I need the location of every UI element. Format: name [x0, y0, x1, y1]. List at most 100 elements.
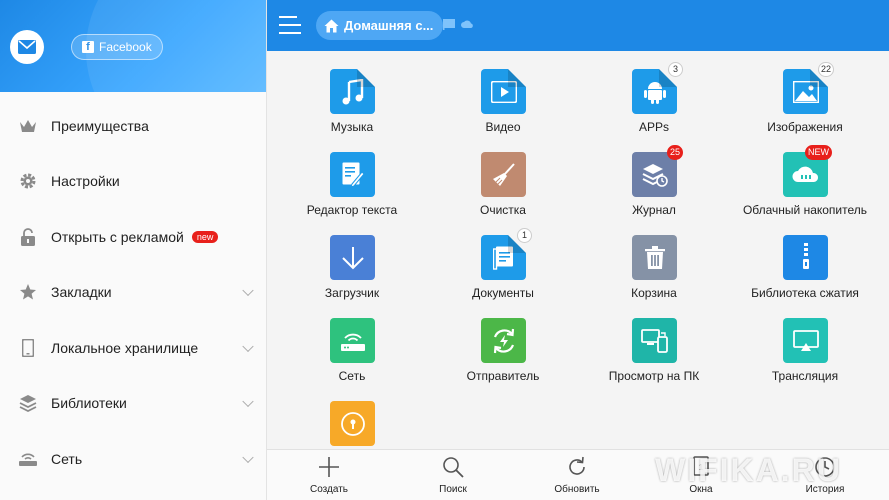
- search-icon: [443, 457, 464, 478]
- tile-apps[interactable]: 3 APPs: [579, 51, 729, 134]
- phone-icon: [18, 338, 38, 358]
- menu-item-bookmarks[interactable]: Закладки: [0, 265, 266, 321]
- tile-images[interactable]: 22 Изображения: [730, 51, 880, 134]
- tile-text-editor[interactable]: Редактор текста: [277, 134, 427, 217]
- document-icon: 1: [481, 228, 532, 280]
- trash-icon: [632, 235, 677, 280]
- menu-item-label: Сеть: [51, 450, 83, 467]
- tile-zip-library[interactable]: Библиотека сжатия: [730, 217, 880, 300]
- drawer-menu: Преимущества Настройки Открыть с рекламо…: [0, 98, 266, 487]
- count-badge: 22: [817, 62, 834, 77]
- tile-label: Загрузчик: [324, 286, 380, 300]
- cloud-icon[interactable]: [461, 19, 473, 29]
- drawer-header: f Facebook: [0, 0, 266, 92]
- layers-icon: [18, 393, 38, 413]
- menu-item-label: Открыть с рекламой: [51, 228, 184, 245]
- menu-item-libraries[interactable]: Библиотеки: [0, 376, 266, 432]
- chevron-down-icon[interactable]: [242, 340, 254, 352]
- refresh-label: Обновить: [554, 484, 600, 495]
- tile-label: Трансляция: [771, 369, 839, 383]
- tile-label: Журнал: [632, 203, 676, 217]
- menu-item-label: Закладки: [51, 284, 112, 301]
- cloud-icon: NEW: [783, 145, 832, 197]
- menu-item-premium[interactable]: Преимущества: [0, 98, 266, 154]
- router-icon: [18, 449, 38, 469]
- tile-cloud-storage[interactable]: NEW Облачный накопитель: [730, 134, 880, 217]
- menu-icon[interactable]: [279, 14, 301, 36]
- create-button[interactable]: Создать: [289, 450, 369, 500]
- create-label: Создать: [309, 484, 348, 495]
- new-badge: NEW: [805, 145, 832, 160]
- tile-sender[interactable]: Отправитель: [428, 300, 578, 383]
- refresh-button[interactable]: Обновить: [537, 450, 617, 500]
- mail-icon: [18, 40, 36, 54]
- refresh-icon: [569, 456, 585, 475]
- tile-label: Отправитель: [466, 369, 540, 383]
- tile-downloader[interactable]: Загрузчик: [277, 217, 427, 300]
- chevron-down-icon[interactable]: [242, 284, 254, 297]
- windows-label: Окна: [689, 484, 713, 495]
- count-badge: 25: [666, 145, 683, 160]
- broom-icon: [481, 152, 526, 197]
- safe-icon: [330, 401, 375, 446]
- svg-text:1: 1: [699, 463, 704, 472]
- tile-cleanup[interactable]: Очистка: [428, 134, 578, 217]
- search-button[interactable]: Поиск: [413, 450, 493, 500]
- tile-view-on-pc[interactable]: Просмотр на ПК: [579, 300, 729, 383]
- count-badge: 1: [517, 228, 532, 243]
- android-icon: 3: [632, 62, 683, 114]
- windows-icon: 1: [693, 456, 709, 476]
- tile-music[interactable]: Музыка: [277, 51, 427, 134]
- history-button[interactable]: История: [785, 450, 865, 500]
- image-icon: 22: [783, 62, 834, 114]
- cast-icon: [783, 318, 828, 363]
- breadcrumb-home[interactable]: Домашняя с...: [316, 11, 444, 40]
- menu-item-network[interactable]: Сеть: [0, 431, 266, 487]
- unlock-icon: [18, 227, 38, 247]
- facebook-label: Facebook: [99, 40, 152, 54]
- mail-button[interactable]: [10, 30, 44, 64]
- menu-item-settings[interactable]: Настройки: [0, 154, 266, 210]
- menu-item-local-storage[interactable]: Локальное хранилище: [0, 320, 266, 376]
- tile-label: Облачный накопитель: [742, 203, 868, 217]
- tile-label: Сеть: [338, 369, 366, 383]
- plus-icon: [319, 457, 339, 477]
- tile-label: Редактор текста: [306, 203, 398, 217]
- tile-label: Просмотр на ПК: [608, 369, 700, 383]
- network-icon: [330, 318, 375, 363]
- journal-icon: 25: [632, 145, 683, 197]
- zip-icon: [783, 235, 828, 280]
- tile-trash[interactable]: Корзина: [579, 217, 729, 300]
- windows-button[interactable]: 1 Окна: [661, 450, 741, 500]
- tile-documents[interactable]: 1 Документы: [428, 217, 578, 300]
- history-label: История: [805, 484, 845, 495]
- history-icon: [815, 457, 835, 477]
- menu-item-label: Настройки: [51, 173, 120, 190]
- chevron-down-icon[interactable]: [242, 451, 254, 463]
- facebook-button[interactable]: f Facebook: [71, 34, 163, 60]
- download-icon: [330, 235, 375, 280]
- facebook-icon: f: [82, 41, 94, 53]
- new-badge: new: [191, 230, 219, 243]
- tile-video[interactable]: Видео: [428, 51, 578, 134]
- breadcrumb-label: Домашняя с...: [344, 18, 434, 33]
- home-icon: [324, 19, 339, 32]
- tile-label: APPs: [638, 120, 669, 134]
- menu-item-label: Локальное хранилище: [51, 339, 199, 356]
- music-icon: [330, 69, 375, 114]
- crown-icon: [18, 116, 38, 136]
- pc-view-icon: [632, 318, 677, 363]
- tile-network[interactable]: Сеть: [277, 300, 427, 383]
- flag-icon[interactable]: [443, 19, 455, 30]
- tile-journal[interactable]: 25 Журнал: [579, 134, 729, 217]
- chevron-down-icon[interactable]: [242, 395, 254, 408]
- top-app-bar: Домашняя с...: [267, 0, 889, 51]
- video-icon: [481, 69, 526, 114]
- tile-cast[interactable]: Трансляция: [730, 300, 880, 383]
- tile-label: Изображения: [767, 120, 843, 134]
- menu-item-open-with-ads[interactable]: Открыть с рекламой new: [0, 209, 266, 265]
- text-editor-icon: [330, 152, 375, 197]
- tile-safe[interactable]: [277, 383, 427, 449]
- gear-icon: [18, 171, 38, 191]
- tile-label: Документы: [472, 286, 534, 300]
